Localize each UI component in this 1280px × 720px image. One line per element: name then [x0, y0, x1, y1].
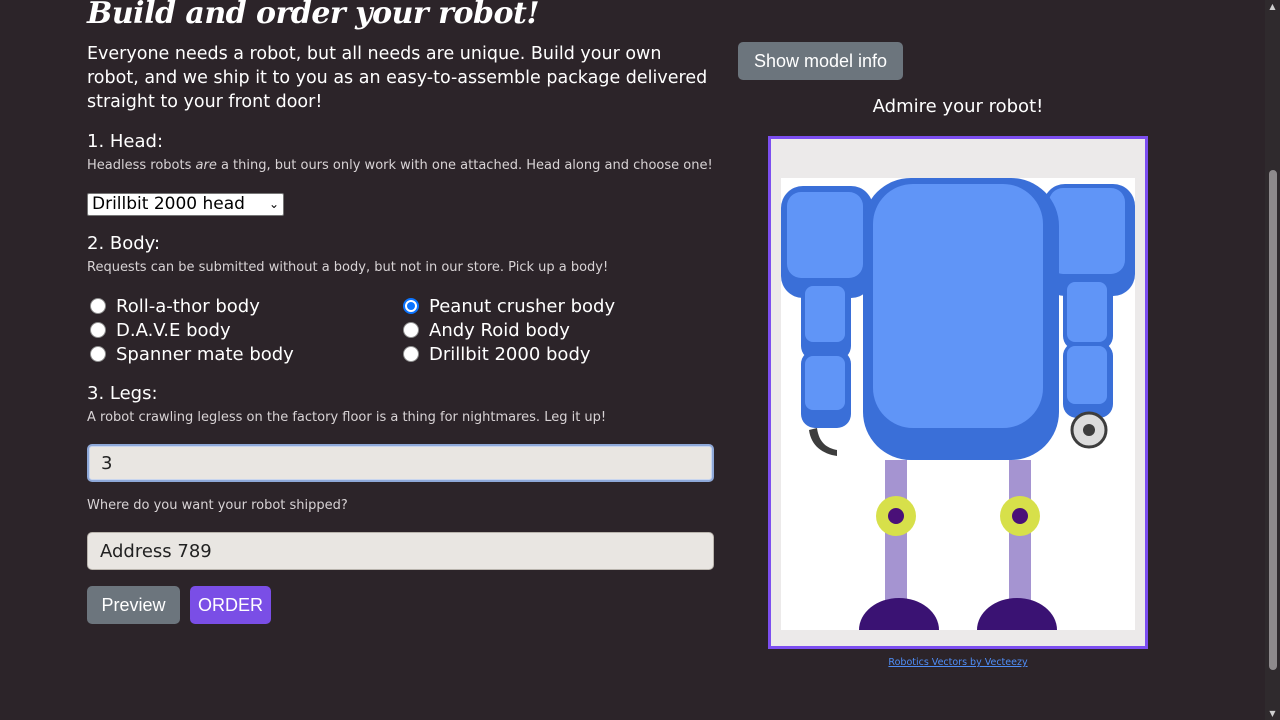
body-option-andy-roid[interactable]: Andy Roid body: [403, 318, 703, 342]
robot-foot-left: [859, 598, 939, 630]
shipping-label: Where do you want your robot shipped?: [87, 498, 348, 513]
body-option-label: Roll-a-thor body: [116, 295, 260, 317]
body-hint: Requests can be submitted without a body…: [87, 260, 609, 275]
head-heading: 1. Head:: [87, 131, 164, 152]
legs-input-value: 3: [101, 452, 113, 474]
robot-foot-right: [977, 598, 1057, 630]
robot-claw-left: [809, 428, 837, 456]
body-option-label: D.A.V.E body: [116, 319, 231, 341]
robot-shoulder-left-face: [787, 192, 863, 278]
body-heading: 2. Body:: [87, 233, 161, 254]
robot-torso-face: [873, 184, 1043, 428]
robot-knee-left-center: [888, 508, 904, 524]
robot-arm-upper-right-face: [1067, 282, 1107, 342]
body-option-label: Spanner mate body: [116, 343, 294, 365]
body-option-label: Andy Roid body: [429, 319, 570, 341]
robot-arm-lower-right-face: [1067, 346, 1107, 404]
radio-button-checked[interactable]: [403, 298, 419, 314]
robot-knee-right-center: [1012, 508, 1028, 524]
preview-caption: Admire your robot!: [872, 96, 1044, 117]
radio-button[interactable]: [90, 322, 106, 338]
chevron-down-icon: ⌄: [268, 197, 279, 211]
address-input[interactable]: Address 789: [87, 532, 714, 570]
scroll-up-icon[interactable]: ▲: [1268, 2, 1277, 11]
body-option-roll-a-thor[interactable]: Roll-a-thor body: [90, 294, 403, 318]
body-option-label: Drillbit 2000 body: [429, 343, 591, 365]
robot-shoulder-right-face: [1049, 188, 1125, 274]
robot-illustration: [781, 178, 1135, 630]
head-hint: Headless robots are a thing, but ours on…: [87, 158, 713, 173]
robot-neck: [933, 178, 975, 181]
radio-button[interactable]: [403, 346, 419, 362]
body-option-drillbit-2000[interactable]: Drillbit 2000 body: [403, 342, 703, 366]
show-model-info-button[interactable]: Show model info: [738, 42, 903, 80]
address-input-value: Address 789: [100, 540, 212, 562]
body-option-spanner-mate[interactable]: Spanner mate body: [90, 342, 403, 366]
legs-hint: A robot crawling legless on the factory …: [87, 410, 607, 425]
scrollbar-thumb[interactable]: [1269, 170, 1277, 670]
robot-gripper-right-inner: [1083, 424, 1095, 436]
radio-button[interactable]: [90, 298, 106, 314]
body-option-peanut-crusher[interactable]: Peanut crusher body: [403, 294, 703, 318]
legs-heading: 3. Legs:: [87, 383, 158, 404]
head-select-value: Drillbit 2000 head: [92, 194, 245, 214]
legs-input[interactable]: 3: [87, 444, 714, 482]
head-select[interactable]: Drillbit 2000 head ⌄: [87, 193, 284, 216]
radio-button[interactable]: [90, 346, 106, 362]
page-scrollbar[interactable]: ▲ ▼: [1265, 0, 1280, 720]
page-title: Build and order your robot!: [87, 0, 540, 31]
body-radio-group: Roll-a-thor body Peanut crusher body D.A…: [90, 294, 720, 366]
scroll-down-icon[interactable]: ▼: [1268, 709, 1277, 718]
robot-arm-upper-left-face: [805, 286, 845, 342]
body-option-label: Peanut crusher body: [429, 295, 616, 317]
body-option-dave[interactable]: D.A.V.E body: [90, 318, 403, 342]
radio-button[interactable]: [403, 322, 419, 338]
intro-text: Everyone needs a robot, but all needs ar…: [87, 44, 708, 112]
order-button[interactable]: ORDER: [190, 586, 271, 624]
robot-arm-lower-left-face: [805, 356, 845, 410]
vecteezy-credit-link[interactable]: Robotics Vectors by Vecteezy: [768, 657, 1148, 668]
preview-button[interactable]: Preview: [87, 586, 180, 624]
robot-preview-image: [781, 178, 1135, 630]
robot-preview-frame: [768, 136, 1148, 649]
